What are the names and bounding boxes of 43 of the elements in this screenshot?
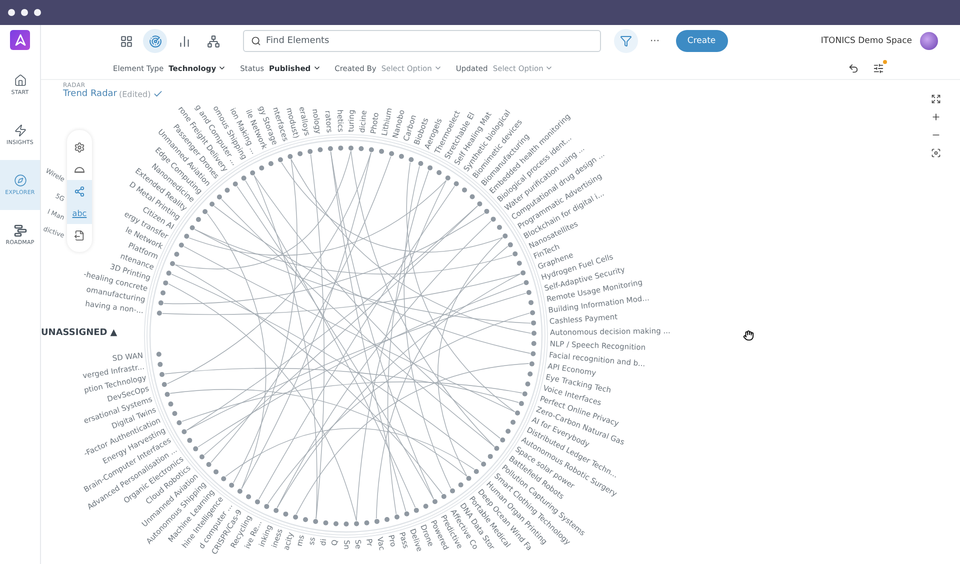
radar-title[interactable]: Trend Radar — [63, 89, 117, 99]
grid-view-icon — [120, 34, 132, 48]
collapse-toggle[interactable]: ▲ — [110, 328, 118, 338]
app-logo[interactable] — [10, 30, 30, 50]
share-nodes-icon — [74, 186, 85, 196]
lightning-icon — [14, 124, 26, 137]
compass-icon — [14, 174, 26, 187]
create-button[interactable]: Create — [676, 30, 728, 52]
avatar[interactable] — [920, 32, 938, 50]
edited-status: (Edited) — [119, 90, 151, 98]
chart-view-icon — [178, 34, 190, 48]
view-switch-button[interactable] — [143, 29, 167, 53]
chevron-down-icon — [434, 64, 442, 72]
window-dot[interactable] — [8, 9, 15, 16]
zoom-in-icon[interactable] — [931, 112, 941, 122]
logo-triangle-icon — [14, 34, 26, 46]
window-dot[interactable] — [21, 9, 28, 16]
settings-icon — [74, 142, 85, 152]
radar-view-icon — [148, 34, 162, 48]
focus-icon[interactable] — [931, 148, 941, 158]
workspace-name: ITONICS Demo Space — [820, 36, 912, 46]
text-labels-toggle[interactable]: abc — [67, 202, 92, 224]
network-tool-button[interactable] — [67, 180, 92, 202]
chevron-down-icon — [545, 64, 554, 72]
window-dot[interactable] — [34, 9, 41, 16]
filter-icon — [620, 35, 632, 47]
file-export-icon — [74, 230, 85, 240]
chevron-down-icon — [312, 64, 321, 72]
roadmap-bars-icon — [14, 224, 26, 237]
check-icon — [152, 89, 163, 99]
undo-button[interactable] — [848, 62, 859, 74]
filter-button[interactable] — [614, 29, 638, 53]
dome-icon — [74, 165, 85, 173]
group-heading: UNASSIGNED — [41, 328, 108, 338]
search-icon — [251, 36, 261, 46]
home-icon — [14, 74, 26, 87]
chevron-down-icon — [218, 64, 226, 72]
search-box[interactable]: Find Elements — [243, 30, 601, 52]
hand-cursor-icon — [743, 330, 754, 341]
fullscreen-icon[interactable] — [931, 94, 941, 104]
settings-sliders-button[interactable] — [873, 62, 884, 74]
more-button[interactable]: ··· — [644, 36, 666, 46]
network-view-icon — [206, 34, 220, 48]
